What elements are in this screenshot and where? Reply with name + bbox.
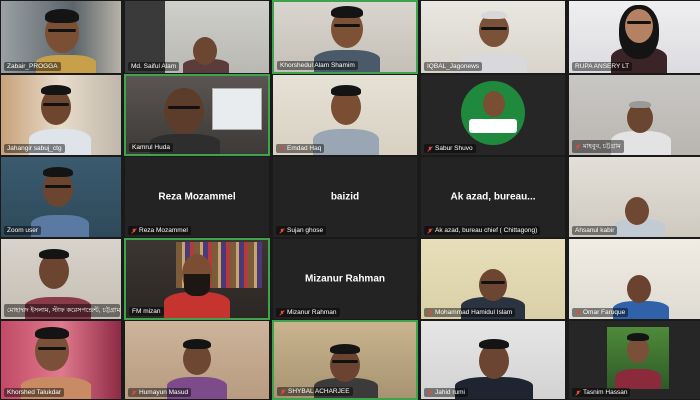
participant-name-label: Ak azad, bureau chief ( Chittagong) [424, 226, 541, 235]
participant-display-name: Reza Mozammel [158, 191, 236, 203]
microphone-muted-icon [427, 309, 433, 316]
participant-tile-camera-off[interactable]: Reza Mozammel Reza Mozammel [124, 156, 270, 238]
participant-tile[interactable]: মোহাম্মদ ইসলাম, স্টাফ করেসপন্ডেন্ট, চট্ট… [0, 238, 122, 320]
participant-name-label: Reza Mozammel [128, 226, 191, 235]
participant-tile[interactable]: Md. Saiful Alam [124, 0, 270, 74]
participant-name-label: IQBAL_Jagonews [424, 62, 483, 71]
microphone-muted-icon [279, 227, 285, 234]
participant-name-label: RUPA ANSERY LT [572, 62, 633, 71]
participant-display-name: Ak azad, bureau... [450, 191, 536, 203]
microphone-muted-icon [131, 389, 137, 396]
participant-tile[interactable]: Jahid rumi [420, 320, 566, 400]
participant-tile[interactable]: Zoom user [0, 156, 122, 238]
microphone-muted-icon [427, 145, 433, 152]
microphone-muted-icon [427, 389, 433, 396]
microphone-muted-icon [131, 227, 137, 234]
participant-name-label: SHYBAL ACHARJEE [277, 387, 353, 396]
participant-tile[interactable]: Mohammad Hamidul Islam [420, 238, 566, 320]
participant-name-label: Humayun Masud [128, 388, 192, 397]
participant-name-label: Sabur Shuvo [424, 144, 476, 153]
participant-name-label: Zabair_PROGGA [4, 62, 61, 71]
participant-tile-camera-off[interactable]: baizid Sujan ghose [272, 156, 418, 238]
participant-video-grid: Zabair_PROGGA Md. Saiful Alam Khorshedul… [0, 0, 700, 400]
participant-name-label: Emdad Haq [276, 144, 325, 153]
microphone-muted-icon [279, 309, 285, 316]
participant-tile[interactable]: Humayun Masud [124, 320, 270, 400]
participant-name-label: মোহাম্মদ ইসলাম, স্টাফ করেসপন্ডেন্ট, চট্ট… [4, 304, 121, 317]
participant-name-label: Mohammad Hamidul Islam [424, 308, 516, 317]
participant-tile[interactable]: Sabur Shuvo [420, 74, 566, 156]
microphone-muted-icon [575, 143, 581, 150]
participant-tile[interactable]: Emdad Haq [272, 74, 418, 156]
participant-name-label: Md. Saiful Alam [128, 62, 180, 71]
participant-tile[interactable]: Jahangir sabuj_ctg [0, 74, 122, 156]
participant-tile[interactable]: RUPA ANSERY LT [568, 0, 700, 74]
participant-tile[interactable]: Khorshed Talukdar [0, 320, 122, 400]
participant-name-label: Jahid rumi [424, 388, 468, 397]
participant-name-label: Omar Faruque [572, 308, 629, 317]
microphone-muted-icon [279, 145, 285, 152]
microphone-muted-icon [280, 388, 286, 395]
participant-name-label: Mizanur Rahman [276, 308, 340, 317]
participant-name-label: FM mizan [129, 307, 164, 316]
participant-name-label: Ahsanul kabir [572, 226, 618, 235]
participant-tile[interactable]: মাহবুব, চট্টগ্রাম [568, 74, 700, 156]
participant-name-label: Tasnim Hassan [572, 388, 631, 397]
participant-tile-active-speaker[interactable]: Khorshedul Alam Shamim [272, 0, 418, 74]
participant-name-label: Kamrul Huda [129, 143, 173, 152]
participant-name-label: Jahangir sabuj_ctg [4, 144, 65, 153]
participant-tile[interactable]: IQBAL_Jagonews [420, 0, 566, 74]
participant-tile-camera-off[interactable]: Ak azad, bureau... Ak azad, bureau chief… [420, 156, 566, 238]
participant-display-name: Mizanur Rahman [304, 273, 385, 285]
participant-tile[interactable]: Ahsanul kabir [568, 156, 700, 238]
participant-name-label: Sujan ghose [276, 226, 327, 235]
profile-avatar [461, 81, 525, 145]
participant-tile[interactable]: Zabair_PROGGA [0, 0, 122, 74]
microphone-muted-icon [575, 309, 581, 316]
participant-name-label: Zoom user [4, 226, 42, 235]
participant-tile-active-speaker[interactable]: Kamrul Huda [124, 74, 270, 156]
participant-tile[interactable]: Omar Faruque [568, 238, 700, 320]
participant-name-label: মাহবুব, চট্টগ্রাম [572, 140, 624, 153]
wall-poster [212, 88, 262, 130]
participant-name-label: Khorshedul Alam Shamim [277, 61, 358, 70]
microphone-muted-icon [427, 227, 433, 234]
participant-tile-active-speaker[interactable]: SHYBAL ACHARJEE [272, 320, 418, 400]
participant-display-name: baizid [330, 191, 360, 203]
participant-tile-camera-off[interactable]: Mizanur Rahman Mizanur Rahman [272, 238, 418, 320]
participant-name-label: Khorshed Talukdar [4, 388, 65, 397]
participant-tile[interactable]: Tasnim Hassan [568, 320, 700, 400]
participant-tile-active-speaker[interactable]: FM mizan [124, 238, 270, 320]
microphone-muted-icon [575, 389, 581, 396]
